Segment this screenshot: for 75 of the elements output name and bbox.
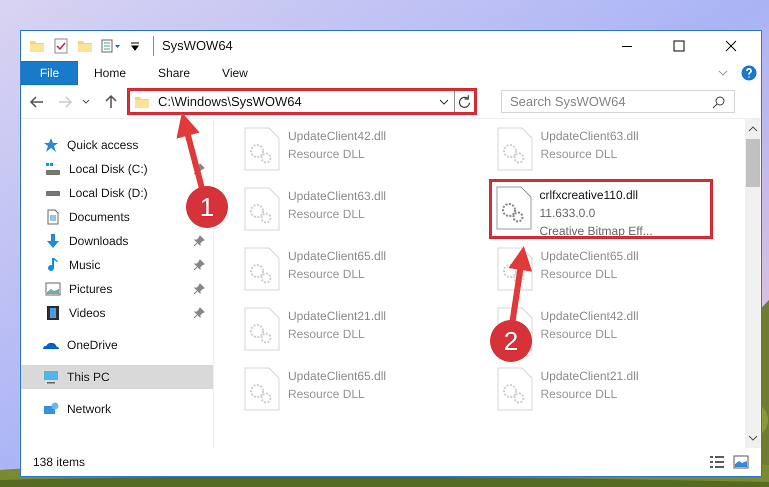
dll-file-icon [244, 127, 280, 171]
nav-item[interactable]: Quick access [21, 133, 146, 157]
file-detail: Resource DLL [540, 146, 618, 163]
pin-icon[interactable] [193, 163, 205, 175]
details-view-icon[interactable] [709, 454, 725, 470]
cloud-icon [43, 341, 59, 349]
scrollbar[interactable] [745, 119, 761, 448]
file-description: Creative Bitmap Eff... [540, 223, 653, 240]
ribbon-tab[interactable]: Home [78, 61, 142, 85]
nav-item[interactable]: OneDrive [21, 333, 126, 357]
new-folder-icon [77, 38, 93, 54]
close-icon [725, 40, 737, 52]
dll-file-icon [244, 307, 280, 351]
search-icon[interactable] [712, 94, 726, 108]
nav-item[interactable]: Documents [21, 205, 138, 229]
file-detail: Resource DLL [288, 326, 366, 343]
item-count: 138 items [33, 454, 86, 471]
address-text: C:\Windows\SysWOW64 [158, 92, 303, 111]
file-detail: Resource DLL [288, 146, 366, 163]
ribbon-tab[interactable]: Share [142, 61, 206, 85]
dll-file-icon [244, 367, 280, 411]
document-icon [45, 209, 61, 225]
window-title: SysWOW64 [153, 36, 233, 56]
nav-item[interactable]: Downloads [21, 229, 213, 253]
scrollbar-thumb[interactable] [746, 139, 760, 187]
dll-file-icon [496, 247, 532, 291]
pin-icon[interactable] [193, 283, 205, 295]
checklist-icon[interactable] [53, 38, 69, 54]
dll-file-icon [496, 367, 532, 411]
network-icon [43, 401, 59, 417]
dll-file-icon [496, 127, 532, 171]
nav-item[interactable]: This PC [21, 365, 213, 389]
drive-icon [45, 163, 61, 175]
maximize-icon [673, 40, 685, 52]
help-icon[interactable] [741, 65, 757, 81]
nav-item[interactable]: Videos [21, 301, 213, 325]
chevron-down-icon[interactable] [81, 96, 91, 106]
large-icons-view-icon[interactable] [733, 454, 749, 470]
file-detail: Resource DLL [288, 206, 366, 223]
address-bar[interactable]: C:\Windows\SysWOW64 [127, 88, 477, 115]
dropdown-icon[interactable] [129, 40, 141, 52]
picture-icon [45, 281, 61, 297]
music-note-icon [45, 257, 61, 273]
nav-item[interactable]: Music [21, 253, 213, 277]
dll-file-icon [496, 186, 532, 230]
nav-item[interactable]: Local Disk (D:) [21, 181, 156, 205]
file-name[interactable]: crlfxcreative110.dll [540, 186, 653, 204]
dll-file-icon [244, 247, 280, 291]
download-icon [45, 233, 61, 249]
file-item[interactable]: crlfxcreative110.dll 11.633.0.0 Creative Bitmap Eff... [488, 179, 713, 239]
dll-file-icon [244, 187, 280, 231]
pin-icon[interactable] [193, 307, 205, 319]
film-icon [45, 305, 61, 321]
file-detail: Resource DLL [288, 266, 366, 283]
file-detail: 11.633.0.0 [540, 205, 596, 222]
pin-icon[interactable] [193, 259, 205, 271]
file-detail: Resource DLL [540, 326, 618, 343]
file-detail: Resource DLL [540, 386, 618, 403]
back-arrow-icon[interactable] [29, 94, 45, 110]
file-detail: Resource DLL [540, 266, 618, 283]
ribbon-tab[interactable]: View [206, 61, 264, 85]
folder-icon [29, 38, 45, 54]
file-detail: Resource DLL [288, 386, 366, 403]
nav-item[interactable]: Pictures [21, 277, 213, 301]
pin-icon[interactable] [193, 235, 205, 247]
up-arrow-icon[interactable] [103, 94, 119, 110]
ribbon-tab[interactable]: File [21, 61, 78, 85]
nav-item[interactable]: Network [21, 397, 120, 421]
nav-item[interactable]: Local Disk (C:) [21, 157, 213, 181]
search-input[interactable]: Search SysWOW64 [510, 92, 712, 112]
monitor-icon [43, 369, 59, 385]
properties-icon[interactable] [101, 38, 121, 54]
search-field[interactable]: Search SysWOW64 [501, 90, 735, 113]
star-icon [43, 137, 59, 153]
drive-icon [45, 190, 61, 196]
